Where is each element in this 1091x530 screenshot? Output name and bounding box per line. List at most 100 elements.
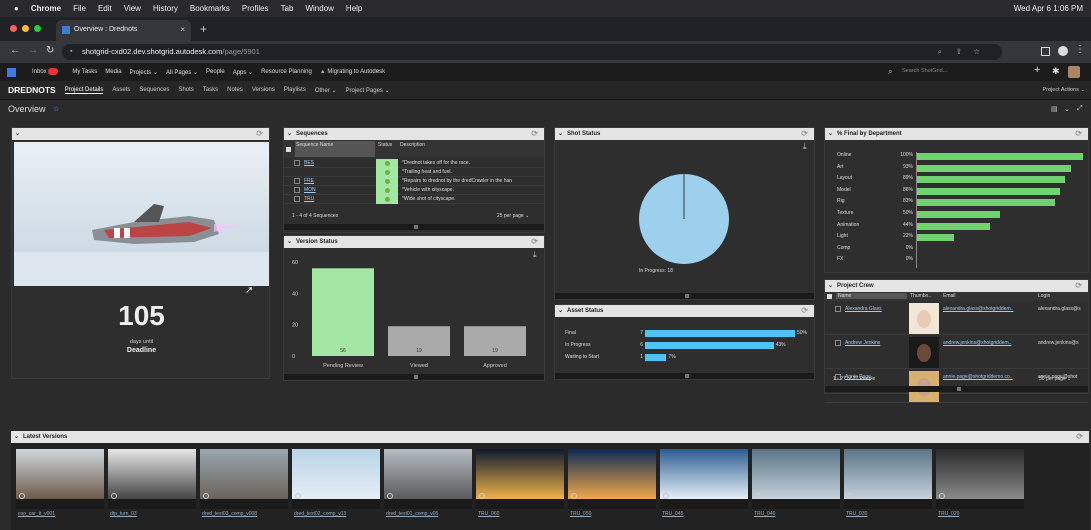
- version-name-link[interactable]: TRU_020: [938, 511, 959, 517]
- zoom-icon[interactable]: ⌕: [938, 44, 942, 60]
- menu-tab[interactable]: Tab: [281, 4, 294, 13]
- back-icon[interactable]: ←: [10, 45, 20, 56]
- menu-file[interactable]: File: [73, 4, 86, 13]
- version-image[interactable]: [16, 449, 104, 499]
- close-tab-icon[interactable]: ×: [180, 25, 185, 34]
- version-thumbnail[interactable]: TRU_030: [844, 449, 932, 517]
- minimize-window-icon[interactable]: [22, 25, 29, 32]
- play-icon[interactable]: [203, 493, 209, 499]
- nav-my-tasks[interactable]: My Tasks: [72, 69, 97, 75]
- version-thumbnail[interactable]: TRU_050: [568, 449, 656, 517]
- version-image[interactable]: [844, 449, 932, 499]
- version-image[interactable]: [660, 449, 748, 499]
- lock-icon[interactable]: ▪: [70, 44, 72, 60]
- tab-other[interactable]: Other ⌄: [315, 87, 337, 94]
- version-name-link[interactable]: dred_test03_comp_v008: [202, 511, 257, 517]
- apple-icon[interactable]: ●: [14, 4, 19, 13]
- browser-tab-active[interactable]: Overview : Drednots ×: [56, 20, 191, 41]
- nav-media[interactable]: Media: [105, 69, 121, 75]
- shotgrid-logo-icon[interactable]: [7, 67, 16, 77]
- version-thumbnail[interactable]: TRU_045: [660, 449, 748, 517]
- app-menu[interactable]: Chrome: [31, 4, 61, 13]
- profile-icon[interactable]: [1058, 46, 1068, 56]
- bookmark-star-icon[interactable]: ☆: [973, 44, 980, 60]
- new-tab-icon[interactable]: +: [200, 22, 207, 36]
- nav-people[interactable]: People: [206, 69, 225, 75]
- menu-profiles[interactable]: Profiles: [242, 4, 269, 13]
- play-icon[interactable]: [571, 493, 577, 499]
- project-actions-menu[interactable]: Project Actions ⌄: [1042, 87, 1085, 93]
- settings-icon[interactable]: ✱: [1052, 66, 1060, 77]
- tab-project-details[interactable]: Project Details: [64, 87, 104, 94]
- play-icon[interactable]: [19, 493, 25, 499]
- version-image[interactable]: [568, 449, 656, 499]
- play-icon[interactable]: [479, 493, 485, 499]
- version-name-link[interactable]: TRU_040: [754, 511, 775, 517]
- version-image[interactable]: [752, 449, 840, 499]
- tab-notes[interactable]: Notes: [227, 87, 243, 93]
- user-avatar[interactable]: [1068, 66, 1080, 78]
- version-name-link[interactable]: cop_car_tt_v001: [18, 511, 55, 517]
- version-image[interactable]: [476, 449, 564, 499]
- version-name-link[interactable]: dtp_turn_03: [110, 511, 137, 517]
- play-icon[interactable]: [111, 493, 117, 499]
- version-image[interactable]: [108, 449, 196, 499]
- close-window-icon[interactable]: [10, 25, 17, 32]
- nav-all-pages[interactable]: All Pages ⌄: [166, 69, 198, 76]
- menu-bookmarks[interactable]: Bookmarks: [190, 4, 230, 13]
- version-thumbnail[interactable]: dred_test01_comp_v05: [384, 449, 472, 517]
- menu-view[interactable]: View: [124, 4, 141, 13]
- version-thumbnail[interactable]: TRU_020: [936, 449, 1024, 517]
- play-icon[interactable]: [939, 493, 945, 499]
- tab-shots[interactable]: Shots: [178, 87, 193, 93]
- version-thumbnail[interactable]: dred_test03_comp_v008: [200, 449, 288, 517]
- play-icon[interactable]: [387, 493, 393, 499]
- play-icon[interactable]: [295, 493, 301, 499]
- tab-assets[interactable]: Assets: [112, 87, 130, 93]
- nav-apps[interactable]: Apps ⌄: [233, 69, 253, 76]
- tab-versions[interactable]: Versions: [252, 87, 275, 93]
- clock[interactable]: Wed Apr 6 1:06 PM: [1014, 4, 1083, 13]
- menu-window[interactable]: Window: [305, 4, 333, 13]
- version-image[interactable]: [936, 449, 1024, 499]
- version-thumbnail[interactable]: TRU_040: [752, 449, 840, 517]
- share-icon[interactable]: ⇧: [956, 44, 962, 60]
- nav-inbox[interactable]: Inbox: [32, 68, 59, 76]
- tab-sequences[interactable]: Sequences: [139, 87, 169, 93]
- forward-icon[interactable]: →: [28, 45, 38, 56]
- menu-history[interactable]: History: [153, 4, 178, 13]
- play-icon[interactable]: [663, 493, 669, 499]
- browser-menu-icon[interactable]: ⋮: [1075, 44, 1085, 55]
- version-name-link[interactable]: dred_test01_comp_v05: [386, 511, 438, 517]
- menu-help[interactable]: Help: [346, 4, 362, 13]
- version-thumbnail[interactable]: dred_test02_comp_v13: [292, 449, 380, 517]
- version-image[interactable]: [200, 449, 288, 499]
- menu-edit[interactable]: Edit: [98, 4, 112, 13]
- version-image[interactable]: [384, 449, 472, 499]
- play-icon[interactable]: [755, 493, 761, 499]
- version-name-link[interactable]: TRU_050: [570, 511, 591, 517]
- global-search-icon[interactable]: ⌕: [888, 67, 892, 77]
- version-image[interactable]: [292, 449, 380, 499]
- nav-resource-planning[interactable]: Resource Planning: [261, 69, 312, 75]
- version-thumbnail[interactable]: cop_car_tt_v001: [16, 449, 104, 517]
- project-name[interactable]: DREDNOTS: [8, 85, 56, 95]
- url-field[interactable]: ▪ shotgrid-cxd02.dev.shotgrid.autodesk.c…: [62, 44, 1002, 60]
- version-name-link[interactable]: TRU_045: [662, 511, 683, 517]
- version-name-link[interactable]: TRU_030: [846, 511, 867, 517]
- play-icon[interactable]: [847, 493, 853, 499]
- sidebar-toggle-icon[interactable]: [1041, 47, 1050, 56]
- nav-projects[interactable]: Projects ⌄: [130, 69, 158, 76]
- version-thumbnail[interactable]: TRU_060: [476, 449, 564, 517]
- version-name-link[interactable]: dred_test02_comp_v13: [294, 511, 346, 517]
- tab-playlists[interactable]: Playlists: [284, 87, 306, 93]
- tab-project-pages[interactable]: Project Pages ⌄: [346, 87, 390, 94]
- add-icon[interactable]: +: [1034, 64, 1040, 76]
- maximize-window-icon[interactable]: [34, 25, 41, 32]
- global-search-input[interactable]: Search ShotGrid...: [902, 68, 947, 74]
- version-name-link[interactable]: TRU_060: [478, 511, 499, 517]
- reload-icon[interactable]: ↻: [46, 45, 54, 56]
- nav-migrating[interactable]: ▲ Migrating to Autodesk: [320, 69, 385, 75]
- tab-tasks[interactable]: Tasks: [203, 87, 218, 93]
- version-thumbnail[interactable]: dtp_turn_03: [108, 449, 196, 517]
